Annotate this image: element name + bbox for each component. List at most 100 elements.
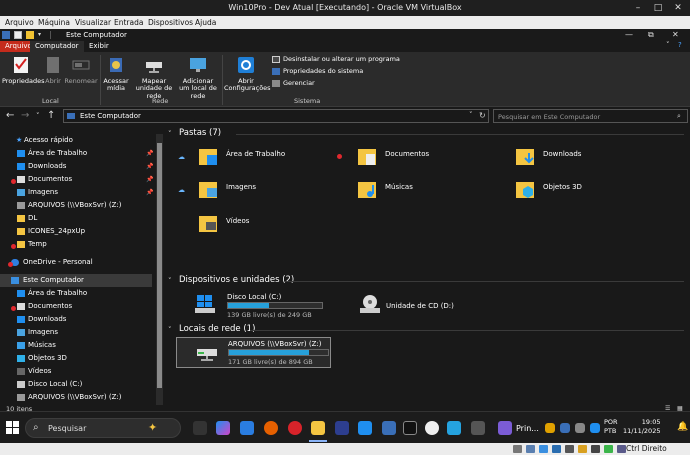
file-explorer-icon[interactable] xyxy=(311,421,325,435)
collapse-chevron-icon[interactable]: ˅ xyxy=(168,130,172,138)
local-disk-item[interactable]: Disco Local (C:) 139 GB livre(s) de 249 … xyxy=(176,291,326,321)
app-icon[interactable] xyxy=(425,421,439,435)
nav-pc-network-share[interactable]: ARQUIVOS (\\VBoxSvr) (Z:) xyxy=(0,391,152,404)
map-drive-button[interactable]: Mapear unidade de rede xyxy=(131,56,177,100)
explorer-close-button[interactable]: ✕ xyxy=(672,30,679,39)
maximize-button[interactable]: □ xyxy=(652,2,664,14)
nav-pc-documents[interactable]: Documentos xyxy=(0,300,152,313)
add-network-location-button[interactable]: Adicionar um local de rede xyxy=(177,56,219,100)
up-arrow-icon[interactable]: ↑ xyxy=(47,110,55,121)
folder-item[interactable]: Objetos 3D xyxy=(485,178,655,206)
notification-icon[interactable]: 🔔 xyxy=(677,422,688,432)
help-icon[interactable]: ? xyxy=(678,41,682,49)
nav-item-network-share[interactable]: ARQUIVOS (\\VBoxSvr) (Z:) xyxy=(0,199,152,212)
minimize-button[interactable]: – xyxy=(632,2,644,14)
nav-pc-3d-objects[interactable]: Objetos 3D xyxy=(0,352,152,365)
recording-status-icon[interactable] xyxy=(604,445,613,453)
app-icon[interactable] xyxy=(590,423,600,433)
opera-icon[interactable] xyxy=(288,421,302,435)
firefox-icon[interactable] xyxy=(264,421,278,435)
address-dropdown-icon[interactable]: ˅ xyxy=(469,111,473,119)
nav-quick-access[interactable]: ★ Acesso rápido xyxy=(0,134,152,147)
menu-dispositivos[interactable]: Dispositivos xyxy=(148,18,193,27)
nav-pc-videos[interactable]: Vídeos xyxy=(0,365,152,378)
explorer-restore-button[interactable]: ⧉ xyxy=(648,30,654,40)
quick-access-dropdown-icon[interactable]: ▾ xyxy=(38,31,46,39)
explorer-minimize-button[interactable]: — xyxy=(625,30,633,39)
taskbar-app-label[interactable]: Prin... xyxy=(516,424,539,433)
app-icon[interactable] xyxy=(447,421,461,435)
nav-item-images[interactable]: Imagens 📌 xyxy=(0,186,153,199)
nav-pc-images[interactable]: Imagens xyxy=(0,326,152,339)
app-icon[interactable] xyxy=(575,423,585,433)
menu-ajuda[interactable]: Ajuda xyxy=(195,18,216,27)
search-input[interactable]: Pesquisar em Este Computador ⌕ xyxy=(493,109,688,123)
menu-visualizar[interactable]: Visualizar xyxy=(75,18,111,27)
shared-folders-status-icon[interactable] xyxy=(578,445,587,453)
language-indicator[interactable]: POR PTB xyxy=(604,418,618,436)
app-icon[interactable] xyxy=(498,421,512,435)
app-icon[interactable] xyxy=(382,421,396,435)
properties-button[interactable]: Propriedades xyxy=(2,56,45,85)
network-drive-item[interactable]: ARQUIVOS (\\VBoxSvr) (Z:) 171 GB livre(s… xyxy=(176,337,331,368)
rename-button[interactable]: Renomear xyxy=(64,56,98,85)
optical-status-icon[interactable] xyxy=(526,445,535,453)
task-view-icon[interactable] xyxy=(193,421,207,435)
menu-entrada[interactable]: Entrada xyxy=(114,18,143,27)
ribbon-collapse-icon[interactable]: ˅ xyxy=(666,41,670,49)
clock[interactable]: 19:05 11/11/2025 xyxy=(623,418,660,436)
mouse-integration-icon[interactable] xyxy=(617,445,626,453)
edge-icon[interactable] xyxy=(240,421,254,435)
recent-dropdown-icon[interactable]: ˅ xyxy=(36,112,40,120)
close-button[interactable]: ✕ xyxy=(672,2,684,14)
access-media-button[interactable]: Acessar mídia xyxy=(101,56,131,93)
nav-this-pc[interactable]: Este Computador xyxy=(0,274,152,287)
properties-icon[interactable] xyxy=(14,31,22,39)
tab-computador[interactable]: Computador xyxy=(30,41,84,52)
taskbar-search-input[interactable]: ⌕ Pesquisar ✦ xyxy=(25,418,181,438)
remote-desktop-icon[interactable] xyxy=(335,421,349,435)
menu-maquina[interactable]: Máquina xyxy=(38,18,70,27)
open-button[interactable]: Abrir xyxy=(42,56,64,85)
nav-item-dl[interactable]: DL xyxy=(0,212,152,225)
nav-pc-local-disk[interactable]: Disco Local (C:) xyxy=(0,378,152,391)
usb-status-icon[interactable] xyxy=(565,445,574,453)
forward-arrow-icon[interactable]: → xyxy=(21,110,29,121)
hdd-status-icon[interactable] xyxy=(513,445,522,453)
network-status-icon[interactable] xyxy=(552,445,561,453)
photos-icon[interactable] xyxy=(358,421,372,435)
back-arrow-icon[interactable]: ← xyxy=(6,110,14,121)
system-properties-button[interactable]: Propriedades do sistema xyxy=(272,67,363,75)
app-icon[interactable] xyxy=(471,421,485,435)
nav-item-desktop[interactable]: Área de Trabalho 📌 xyxy=(0,147,153,160)
collapse-chevron-icon[interactable]: ˅ xyxy=(168,326,172,334)
address-bar[interactable]: Este Computador ˅ ↻ xyxy=(63,109,489,123)
nav-item-documents[interactable]: Documentos 📌 xyxy=(0,173,153,186)
copilot-icon[interactable] xyxy=(216,421,230,435)
nav-pc-desktop[interactable]: Área de Trabalho xyxy=(0,287,152,300)
uninstall-button[interactable]: Desinstalar ou alterar um programa xyxy=(272,55,400,63)
folder-item[interactable]: Músicas xyxy=(327,178,487,206)
windows-start-icon[interactable] xyxy=(6,421,19,434)
manage-button[interactable]: Gerenciar xyxy=(272,79,315,87)
folder-item[interactable]: Imagens xyxy=(168,178,338,206)
section-network[interactable]: Locais de rede (1) xyxy=(179,324,255,334)
nav-item-icones[interactable]: ICONES_24pxUp xyxy=(0,225,152,238)
refresh-icon[interactable]: ↻ xyxy=(479,111,486,120)
display-status-icon[interactable] xyxy=(591,445,600,453)
cd-drive-item[interactable]: Unidade de CD (D:) xyxy=(335,291,495,321)
terminal-icon[interactable] xyxy=(403,421,417,435)
nav-item-downloads[interactable]: Downloads 📌 xyxy=(0,160,153,173)
audio-status-icon[interactable] xyxy=(539,445,548,453)
folder-item[interactable]: Documentos xyxy=(327,145,487,173)
open-settings-button[interactable]: Abrir Configurações xyxy=(224,56,271,93)
new-folder-icon[interactable] xyxy=(26,31,34,39)
tab-exibir[interactable]: Exibir xyxy=(84,41,114,52)
section-folders[interactable]: Pastas (7) xyxy=(179,128,221,138)
nav-item-temp[interactable]: Temp xyxy=(0,238,152,251)
menu-arquivo[interactable]: Arquivo xyxy=(5,18,34,27)
folder-item[interactable]: Downloads xyxy=(485,145,655,173)
folder-item[interactable]: Vídeos xyxy=(168,212,338,240)
nav-scrollbar[interactable] xyxy=(156,134,163,407)
section-devices[interactable]: Dispositivos e unidades (2) xyxy=(179,275,294,285)
